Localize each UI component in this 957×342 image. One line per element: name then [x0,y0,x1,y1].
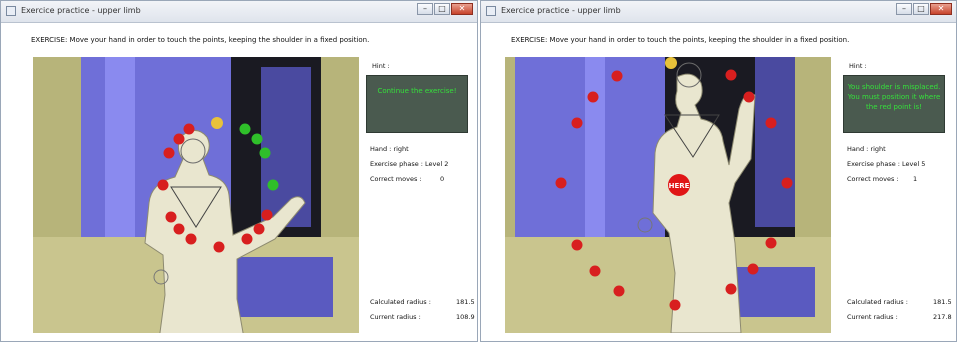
window-title: Exercice practice - upper limb [21,6,141,15]
title-bar[interactable]: Exercice practice - upper limb – □ ✕ [481,1,956,23]
target-point-red [261,209,273,221]
correct-moves-row: Correct moves : 1 [847,175,917,183]
hint-text: Continue the exercise! [377,87,457,95]
correct-moves-label: Correct moves : [847,175,899,183]
correct-moves-value: 1 [913,175,918,183]
target-point-red [725,283,737,295]
target-point-red [611,70,623,82]
target-point-red [253,223,265,235]
target-point-red [165,211,177,223]
target-point-red [183,123,195,135]
target-point-red [157,179,169,191]
exercise-window-right: Exercice practice - upper limb – □ ✕ EXE… [480,0,957,342]
app-icon [486,6,496,16]
target-point-red [765,237,777,249]
target-point-red [185,233,197,245]
target-point-green [239,123,251,135]
target-point-green [267,179,279,191]
exercise-instruction: EXERCISE: Move your hand in order to tou… [511,36,850,44]
target-point-red [241,233,253,245]
target-point-red [163,147,175,159]
target-point-red [747,263,759,275]
close-button[interactable]: ✕ [930,3,952,15]
target-point-red [213,241,225,253]
exercise-phase-info: Exercise phase : Level 2 [370,160,449,168]
hint-label: Hint : [372,62,390,70]
target-point-red [571,117,583,129]
calculated-radius-value: 181.5 [456,298,475,306]
hand-info: Hand : right [370,145,409,153]
app-icon [6,6,16,16]
camera-view [33,57,359,333]
current-radius-label: Current radius : [847,313,898,321]
target-point-green [259,147,271,159]
current-radius-value: 217.8 [933,313,952,321]
here-marker-label: HERE [669,182,690,190]
target-point-red [725,69,737,81]
correct-moves-label: Correct moves : [370,175,422,183]
depth-scene: HERE [505,57,831,333]
target-point-red [743,91,755,103]
target-point-red [589,265,601,277]
target-point-red [173,223,185,235]
exercise-phase-info: Exercise phase : Level 5 [847,160,926,168]
calculated-radius-row: Calculated radius : 181.5 [370,298,475,306]
calculated-radius-value: 181.5 [933,298,952,306]
maximize-button[interactable]: □ [434,3,450,15]
target-point-red [587,91,599,103]
correct-moves-row: Correct moves : 0 [370,175,444,183]
calculated-radius-row: Calculated radius : 181.5 [847,298,952,306]
title-bar[interactable]: Exercice practice - upper limb – □ ✕ [1,1,477,23]
camera-view: HERE [505,57,831,333]
correct-moves-value: 0 [440,175,445,183]
exercise-window-left: Exercice practice - upper limb – □ ✕ EXE… [0,0,478,342]
target-point-red [173,133,185,145]
hint-text-line: You must position it where [847,93,941,101]
target-point-green [251,133,263,145]
close-button[interactable]: ✕ [451,3,473,15]
target-point-red [571,239,583,251]
window-title: Exercice practice - upper limb [501,6,621,15]
hint-box: Continue the exercise! [366,75,468,133]
minimize-button[interactable]: – [417,3,433,15]
hand-info: Hand : right [847,145,886,153]
minimize-button[interactable]: – [896,3,912,15]
calculated-radius-label: Calculated radius : [370,298,431,306]
current-radius-row: Current radius : 108.9 [370,313,475,321]
depth-scene [33,57,359,333]
target-point-yellow [665,57,677,69]
target-point-red [781,177,793,189]
current-radius-value: 108.9 [456,313,475,321]
hint-text-line: the red point is! [866,103,922,111]
info-panel: Hint : Continue the exercise! Hand : rig… [366,57,476,337]
target-point-red [555,177,567,189]
window-controls: – □ ✕ [417,3,473,15]
maximize-button[interactable]: □ [913,3,929,15]
current-radius-label: Current radius : [370,313,421,321]
hint-text-line: You shoulder is misplaced. [847,83,941,91]
exercise-instruction: EXERCISE: Move your hand in order to tou… [31,36,370,44]
target-point-yellow [211,117,223,129]
calculated-radius-label: Calculated radius : [847,298,908,306]
hint-label: Hint : [849,62,867,70]
hint-box: You shoulder is misplaced. You must posi… [843,75,945,133]
current-radius-row: Current radius : 217.8 [847,313,952,321]
target-point-red [669,299,681,311]
target-point-red [765,117,777,129]
window-controls: – □ ✕ [896,3,952,15]
target-point-red [613,285,625,297]
info-panel: Hint : You shoulder is misplaced. You mu… [843,57,953,337]
